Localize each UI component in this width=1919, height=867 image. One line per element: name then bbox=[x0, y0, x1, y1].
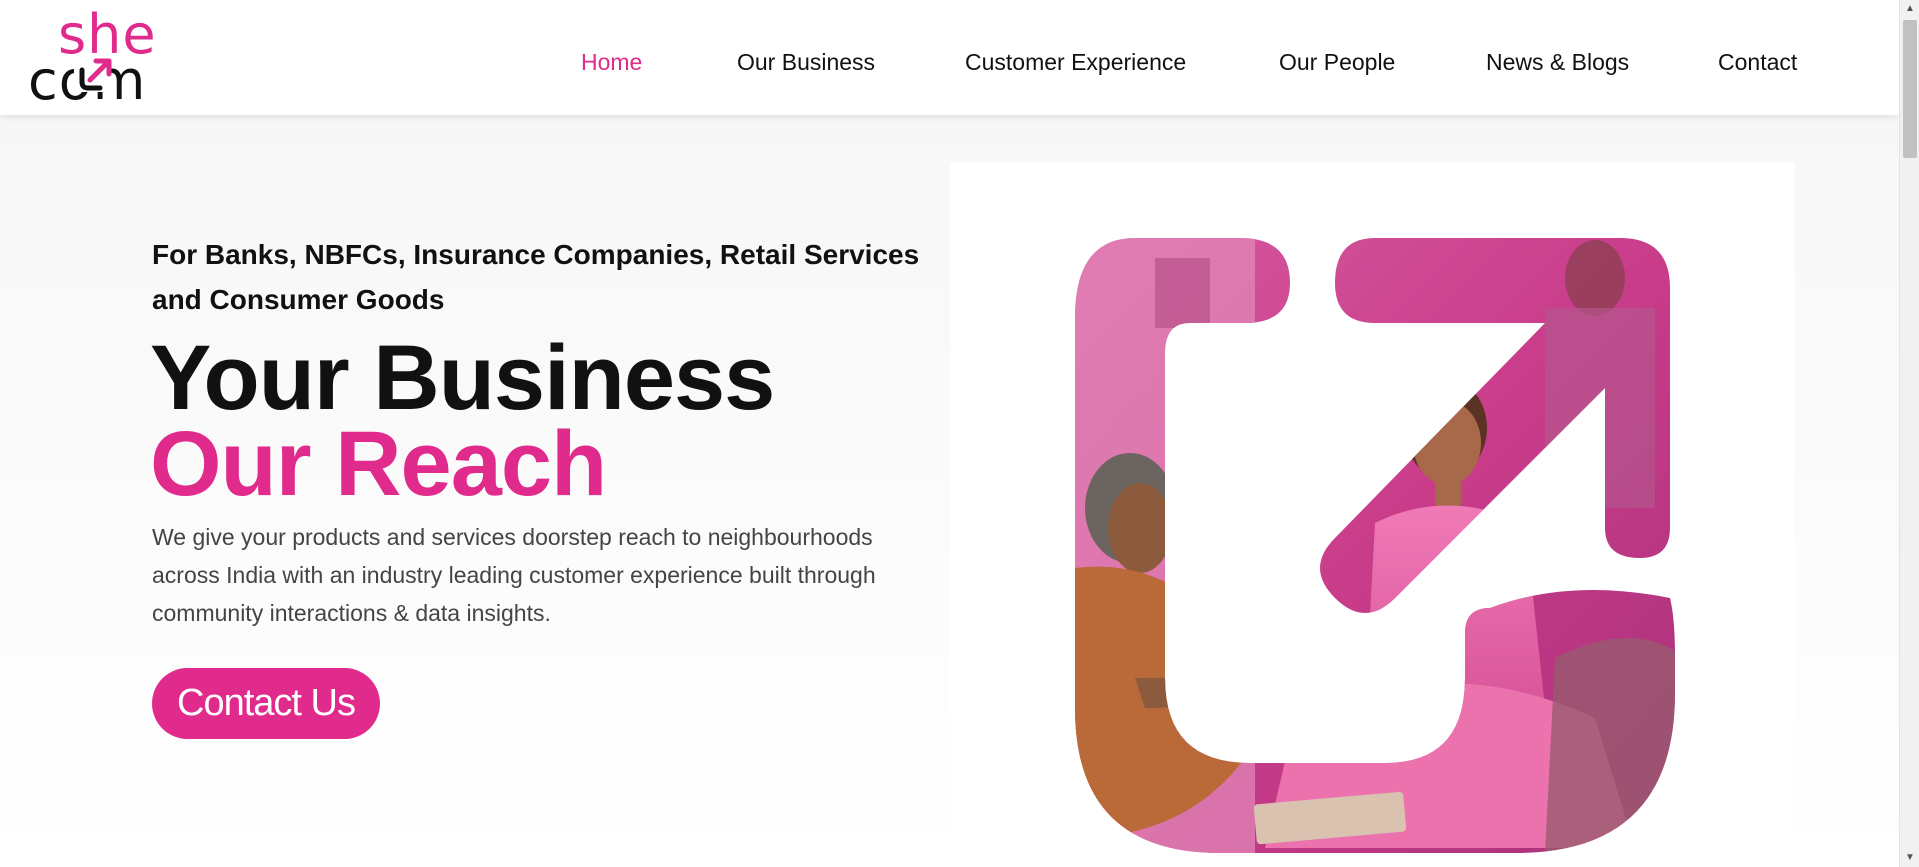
shecom-logo[interactable]: she com bbox=[28, 8, 158, 108]
nav-home[interactable]: Home bbox=[581, 47, 642, 77]
nav-our-people[interactable]: Our People bbox=[1279, 47, 1395, 77]
hero-description: We give your products and services doors… bbox=[152, 524, 876, 626]
nav-customer-experience[interactable]: Customer Experience bbox=[965, 47, 1186, 77]
hero-headline-line2: Our Reach bbox=[150, 413, 607, 515]
scroll-up-arrow-icon[interactable]: ▲ bbox=[1900, 0, 1919, 18]
arrow-up-right-icon bbox=[74, 58, 112, 92]
scroll-down-arrow-icon[interactable]: ▼ bbox=[1900, 849, 1919, 867]
hero-subtitle: For Banks, NBFCs, Insurance Companies, R… bbox=[152, 239, 920, 315]
nav-our-business[interactable]: Our Business bbox=[737, 47, 875, 77]
illustration-clip-group bbox=[1075, 238, 1675, 853]
nav-contact[interactable]: Contact bbox=[1718, 47, 1797, 77]
contact-us-button[interactable]: Contact Us bbox=[152, 668, 380, 739]
nav-news-blogs[interactable]: News & Blogs bbox=[1486, 47, 1629, 77]
hero-illustration bbox=[1075, 238, 1675, 853]
site-header: she com Home Our Business Customer Exper… bbox=[0, 0, 1899, 115]
scrollbar-thumb[interactable] bbox=[1903, 20, 1917, 158]
page-scrollbar[interactable]: ▲ ▼ bbox=[1899, 0, 1919, 867]
